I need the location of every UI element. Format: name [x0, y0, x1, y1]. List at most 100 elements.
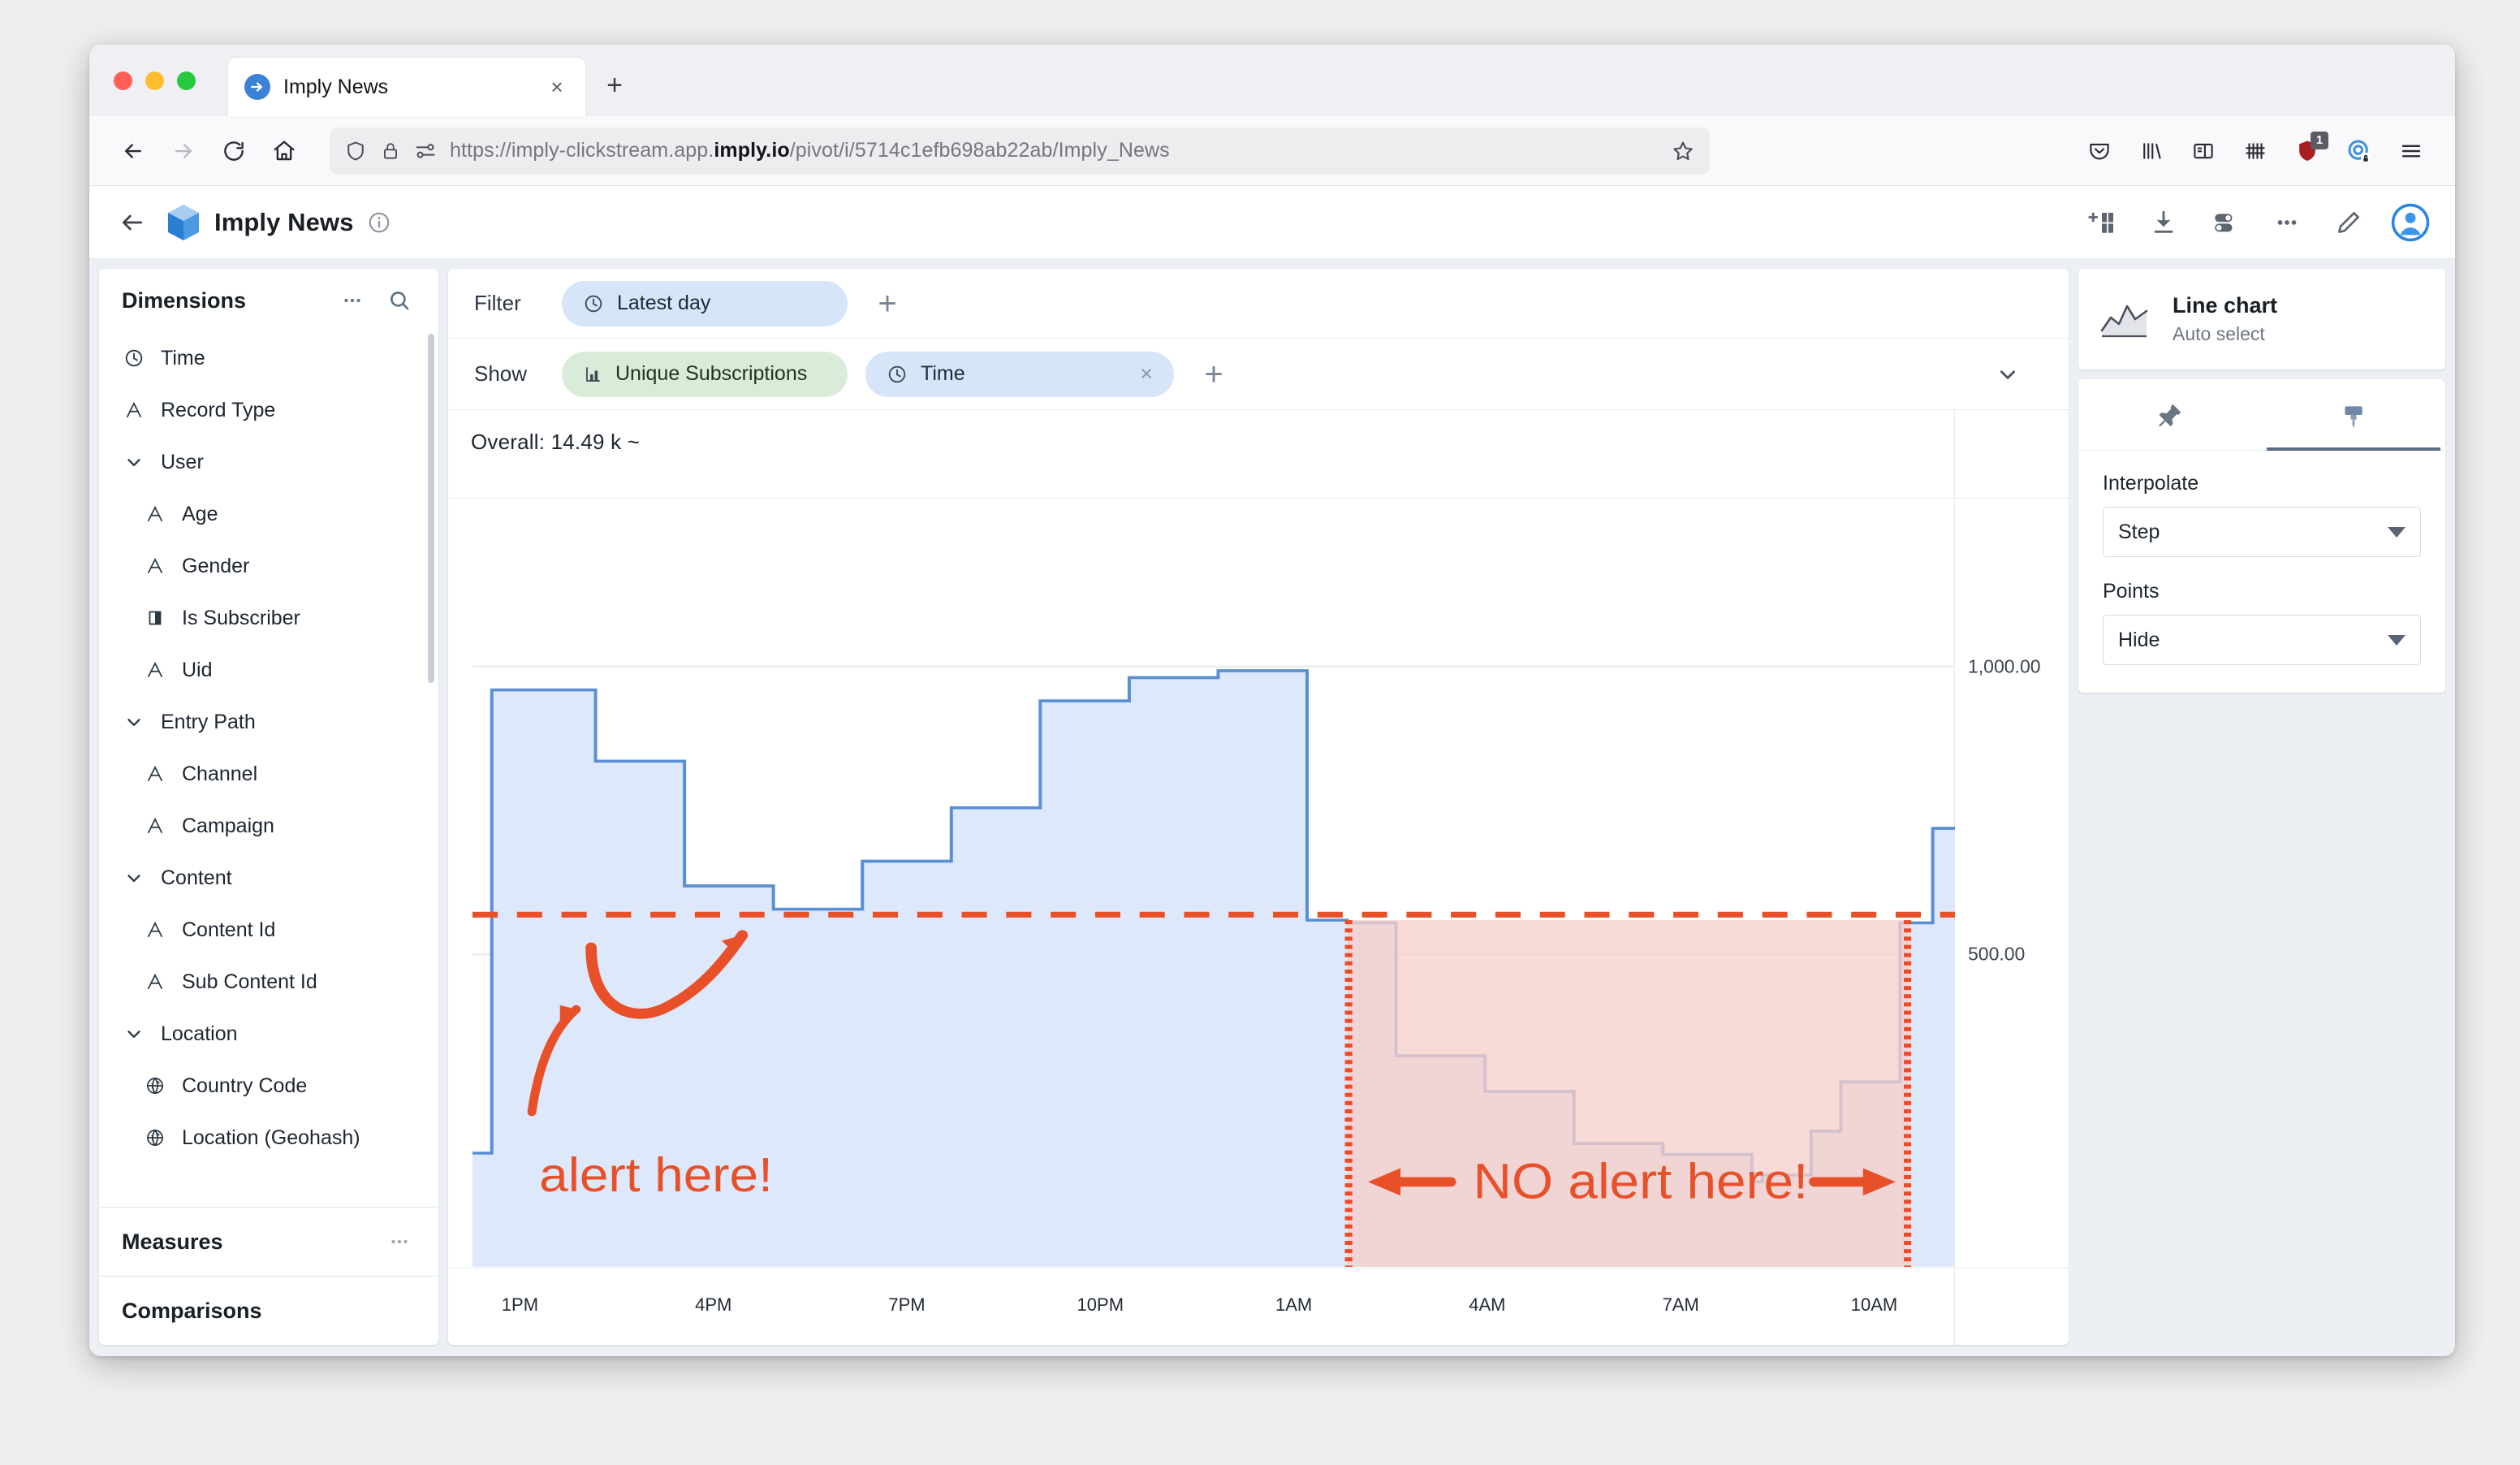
string-icon — [143, 659, 167, 681]
measures-more-icon[interactable] — [382, 1224, 417, 1260]
bookmark-star-icon[interactable] — [1671, 139, 1695, 163]
sidebar-item-location[interactable]: Location — [99, 1008, 438, 1060]
add-filter-button[interactable]: + — [865, 282, 909, 326]
sidebar-section-measures[interactable]: Measures — [99, 1208, 438, 1276]
show-measure-label: Unique Subscriptions — [615, 362, 808, 385]
show-split-label: Time — [921, 362, 965, 385]
interpolate-select[interactable]: Step — [2103, 507, 2421, 557]
points-select[interactable]: Hide — [2103, 615, 2421, 665]
settings-toggles-icon[interactable] — [2205, 202, 2246, 243]
string-icon — [122, 400, 146, 421]
sidebar-item-label: Gender — [182, 554, 250, 577]
interpolate-value: Step — [2118, 520, 2160, 543]
new-tab-button[interactable]: + — [597, 67, 632, 103]
visualization-type-card[interactable]: Line chart Auto select — [2078, 269, 2445, 369]
url-scheme: https:// — [450, 139, 511, 162]
sidebar-item-sub-content-id[interactable]: Sub Content Id — [99, 956, 438, 1008]
sidebar-item-gender[interactable]: Gender — [99, 540, 438, 592]
globe-icon — [143, 1075, 167, 1096]
browser-nav-toolbar: https://imply-clickstream.app.imply.io/p… — [89, 116, 2455, 186]
show-pill-measure[interactable]: Unique Subscriptions — [562, 351, 848, 397]
forward-icon[interactable] — [161, 128, 206, 174]
dimensions-header: Dimensions — [99, 269, 438, 332]
privacy-badge-icon[interactable] — [2337, 128, 2382, 174]
chevron-down-icon[interactable] — [1996, 362, 2020, 387]
browser-tab[interactable]: Imply News × — [228, 58, 585, 116]
sidebar-item-content-id[interactable]: Content Id — [99, 904, 438, 956]
back-icon[interactable] — [110, 128, 156, 174]
sidebar-item-label: Location — [161, 1022, 238, 1045]
sidebar-item-campaign[interactable]: Campaign — [99, 800, 438, 852]
chevron-down-icon — [2388, 526, 2406, 538]
sidebar-item-content[interactable]: Content — [99, 852, 438, 904]
url-bar[interactable]: https://imply-clickstream.app.imply.io/p… — [330, 127, 1710, 175]
edit-pencil-icon[interactable] — [2328, 202, 2369, 243]
sidebar-item-label: Age — [182, 502, 218, 525]
library-icon[interactable] — [2129, 128, 2174, 174]
sidebar-item-label: Uid — [182, 658, 213, 681]
maximize-window-button[interactable] — [177, 71, 196, 90]
add-tile-icon[interactable] — [2082, 202, 2122, 243]
close-window-button[interactable] — [114, 71, 132, 90]
chart-area[interactable]: Overall: 14.49 k ~ alert here! NO alert … — [448, 410, 2069, 1345]
user-avatar-icon[interactable] — [2390, 202, 2431, 243]
home-icon[interactable] — [261, 128, 307, 174]
url-subdomain: imply-clickstream.app. — [511, 139, 714, 162]
sidebar-scrollbar[interactable] — [428, 334, 434, 683]
chart-top-divider — [448, 498, 2069, 499]
tab-pin[interactable] — [2078, 379, 2262, 450]
sidebar-section-comparisons[interactable]: Comparisons — [99, 1277, 438, 1345]
x-tick-label: 10PM — [1077, 1294, 1124, 1315]
comparisons-title: Comparisons — [122, 1298, 262, 1323]
show-pill-time[interactable]: Time × — [865, 351, 1174, 397]
close-tab-button[interactable]: × — [543, 73, 571, 101]
sidebar-item-uid[interactable]: Uid — [99, 644, 438, 696]
dimensions-search-icon[interactable] — [382, 283, 417, 318]
remove-split-button[interactable]: × — [1140, 363, 1153, 385]
sidebar-icon[interactable] — [2181, 128, 2226, 174]
chart-plot[interactable]: alert here! NO alert here! — [472, 499, 1955, 1267]
chart-y-axis: 1,000.00 500.00 — [1955, 499, 2069, 1267]
sidebar-item-label: Content Id — [182, 918, 276, 941]
dimensions-list[interactable]: Time Record Type User Age Gender Is Subscribe… — [99, 332, 438, 1207]
options-tabs — [2078, 379, 2445, 451]
filter-pill-latest-day[interactable]: Latest day — [562, 280, 848, 326]
y-tick-label: 1,000.00 — [1968, 655, 2041, 677]
sidebar-item-age[interactable]: Age — [99, 488, 438, 540]
filter-label: Filter — [474, 291, 521, 315]
sidebar-item-time[interactable]: Time — [99, 332, 438, 384]
info-icon[interactable] — [367, 210, 391, 235]
sidebar-item-label: User — [161, 450, 204, 473]
points-value: Hide — [2118, 628, 2160, 651]
ublock-shield-icon[interactable]: 1 — [2285, 128, 2330, 174]
download-icon[interactable] — [2143, 202, 2184, 243]
containers-icon[interactable] — [2233, 128, 2278, 174]
dimensions-more-icon[interactable] — [334, 283, 370, 318]
sidebar-item-entry-path[interactable]: Entry Path — [99, 696, 438, 748]
y-tick-label: 500.00 — [1968, 943, 2026, 965]
window-traffic-lights — [107, 45, 207, 116]
sidebar-item-is-subscriber[interactable]: Is Subscriber — [99, 592, 438, 644]
x-tick-label: 1AM — [1275, 1294, 1313, 1315]
pocket-icon[interactable] — [2077, 128, 2122, 174]
hamburger-menu-icon[interactable] — [2388, 128, 2434, 174]
dimensions-sidebar: Dimensions Time Record Type User Age Gender I… — [99, 269, 438, 1345]
sidebar-item-country-code[interactable]: Country Code — [99, 1060, 438, 1112]
show-row: Show Unique Subscriptions Time × + — [448, 339, 2069, 410]
more-ellipsis-icon[interactable] — [2267, 202, 2307, 243]
reload-icon[interactable] — [211, 128, 257, 174]
permissions-icon[interactable] — [414, 140, 437, 162]
app-back-button[interactable] — [110, 201, 154, 244]
sidebar-item-record-type[interactable]: Record Type — [99, 384, 438, 436]
add-split-button[interactable]: + — [1192, 352, 1236, 396]
tracking-shield-icon[interactable] — [344, 140, 367, 162]
minimize-window-button[interactable] — [145, 71, 164, 90]
lock-icon[interactable] — [380, 140, 401, 162]
sidebar-item-user[interactable]: User — [99, 436, 438, 488]
sidebar-item-label: Channel — [182, 762, 258, 785]
string-icon — [143, 815, 167, 836]
sidebar-item-channel[interactable]: Channel — [99, 748, 438, 800]
x-tick-label: 4PM — [695, 1294, 732, 1315]
tab-style[interactable] — [2262, 379, 2445, 451]
sidebar-item-location-geohash[interactable]: Location (Geohash) — [99, 1112, 438, 1164]
